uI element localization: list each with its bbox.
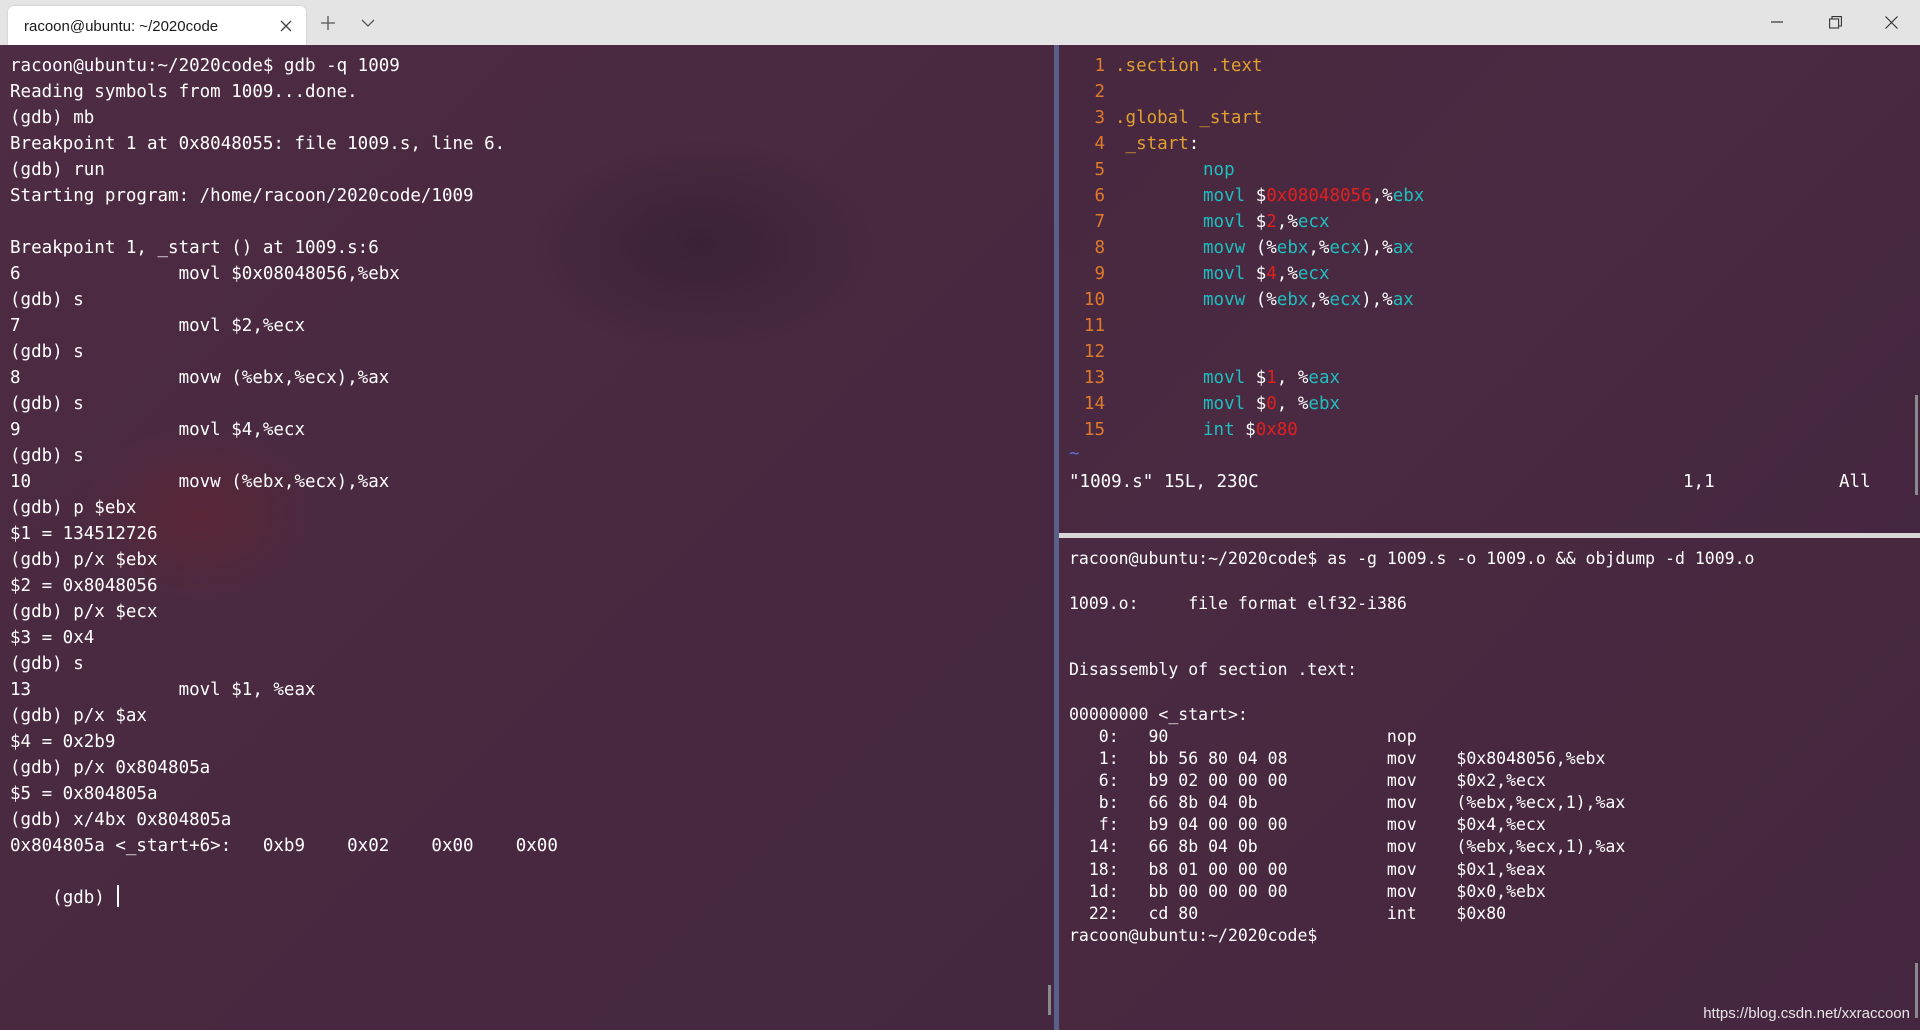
shell-line: 1: bb 56 80 04 08 mov $0x8048056,%ebx [1069, 749, 1606, 768]
gdb-line: (gdb) x/4bx 0x804805a [10, 810, 232, 830]
gdb-line: (gdb) s [10, 290, 84, 310]
shell-line: Disassembly of section .text: [1069, 660, 1358, 679]
text-cursor [117, 885, 120, 907]
vim-line-number: 10 [1083, 290, 1105, 310]
vim-line-number: 7 [1094, 212, 1105, 232]
gdb-line: $1 = 134512726 [10, 524, 158, 544]
gdb-line: (gdb) s [10, 342, 84, 362]
gdb-line: (gdb) p/x $ebx [10, 550, 158, 570]
vim-status-cursor-position: 1,1 [1683, 472, 1715, 492]
gdb-prompt: (gdb) [52, 888, 116, 908]
gdb-line: 6 movl $0x08048056,%ebx [10, 264, 400, 284]
shell-scrollbar[interactable] [1915, 963, 1918, 1018]
vim-line-number: 13 [1083, 368, 1105, 388]
chevron-down-icon[interactable] [352, 8, 384, 38]
vim-line-number: 15 [1083, 420, 1105, 440]
gdb-line: Reading symbols from 1009...done. [10, 82, 358, 102]
tab-title: racoon@ubuntu: ~/2020code [24, 18, 219, 35]
vim-line-number: 1 [1094, 56, 1105, 76]
vim-line-number: 8 [1094, 238, 1105, 258]
restore-icon[interactable] [1806, 0, 1864, 44]
shell-line: f: b9 04 00 00 00 mov $0x4,%ecx [1069, 815, 1546, 834]
gdb-line: $2 = 0x8048056 [10, 576, 158, 596]
gdb-line: 9 movl $4,%ecx [10, 420, 306, 440]
shell-line: 18: b8 01 00 00 00 mov $0x1,%eax [1069, 860, 1546, 879]
title-bar: racoon@ubuntu: ~/2020code [0, 0, 1920, 45]
code-line-4: _start: [1125, 134, 1200, 154]
code-line-7: movl $2,%ecx [1203, 212, 1330, 232]
gdb-line: (gdb) s [10, 654, 84, 674]
shell-line: 0: 90 nop [1069, 727, 1417, 746]
minimize-icon[interactable] [1748, 0, 1806, 44]
vim-line-number: 12 [1083, 342, 1105, 362]
vim-line-number: 4 [1094, 134, 1105, 154]
vim-status-file: "1009.s" 15L, 230C [1069, 472, 1259, 492]
gdb-line: (gdb) p $ebx [10, 498, 137, 518]
vim-line-number: 5 [1094, 160, 1105, 180]
close-window-icon[interactable] [1862, 0, 1920, 44]
shell-line: 1d: bb 00 00 00 00 mov $0x0,%ebx [1069, 882, 1546, 901]
gdb-line: $5 = 0x804805a [10, 784, 158, 804]
shell-line: 00000000 <_start>: [1069, 705, 1248, 724]
code-line-15: int $0x80 [1203, 420, 1298, 440]
gdb-line: (gdb) mb [10, 108, 95, 128]
shell-pane[interactable]: racoon@ubuntu:~/2020code$ as -g 1009.s -… [1059, 538, 1920, 1030]
gdb-scrollbar[interactable] [1048, 985, 1051, 1015]
gdb-line: $4 = 0x2b9 [10, 732, 116, 752]
gdb-line: Starting program: /home/racoon/2020code/… [10, 186, 474, 206]
gdb-line: (gdb) run [10, 160, 105, 180]
vim-scrollbar[interactable] [1915, 395, 1918, 495]
vim-line-number: 3 [1094, 108, 1105, 128]
vim-line-number: 6 [1094, 186, 1105, 206]
shell-line: b: 66 8b 04 0b mov (%ebx,%ecx,1),%ax [1069, 793, 1626, 812]
shell-line: 6: b9 02 00 00 00 mov $0x2,%ecx [1069, 771, 1546, 790]
gdb-line: (gdb) s [10, 394, 84, 414]
vim-line-number: 11 [1083, 316, 1105, 336]
gdb-line: Breakpoint 1, _start () at 1009.s:6 [10, 238, 379, 258]
gdb-line: $3 = 0x4 [10, 628, 95, 648]
gdb-line: (gdb) p/x 0x804805a [10, 758, 211, 778]
code-line-6: movl $0x08048056,%ebx [1203, 186, 1425, 206]
code-line-14: movl $0, %ebx [1203, 394, 1341, 414]
shell-line: 22: cd 80 int $0x80 [1069, 904, 1507, 923]
code-line-10: movw (%ebx,%ecx),%ax [1203, 290, 1414, 310]
terminal-tab[interactable]: racoon@ubuntu: ~/2020code [8, 6, 306, 45]
vim-line-number: 2 [1094, 82, 1105, 102]
new-tab-icon[interactable] [312, 8, 344, 38]
close-tab-icon[interactable] [274, 14, 298, 38]
gdb-line: 10 movw (%ebx,%ecx),%ax [10, 472, 390, 492]
gdb-line: (gdb) s [10, 446, 84, 466]
code-line-5: nop [1203, 160, 1235, 180]
code-line-8: movw (%ebx,%ecx),%ax [1203, 238, 1414, 258]
vim-empty-line-marker: ~ [1069, 444, 1080, 464]
gdb-line: (gdb) p/x $ecx [10, 602, 158, 622]
gdb-line: (gdb) p/x $ax [10, 706, 147, 726]
shell-line: racoon@ubuntu:~/2020code$ as -g 1009.s -… [1069, 549, 1755, 568]
shell-line: 14: 66 8b 04 0b mov (%ebx,%ecx,1),%ax [1069, 837, 1626, 856]
watermark: https://blog.csdn.net/xxraccoon [1703, 1005, 1910, 1022]
vim-status-scroll: All [1839, 472, 1871, 492]
gdb-line: 8 movw (%ebx,%ecx),%ax [10, 368, 390, 388]
shell-line: 1009.o: file format elf32-i386 [1069, 594, 1407, 613]
code-line-1: .section .text [1115, 56, 1263, 76]
gdb-pane[interactable]: racoon@ubuntu:~/2020code$ gdb -q 1009 Rea… [0, 45, 1054, 1030]
gdb-line: racoon@ubuntu:~/2020code$ gdb -q 1009 [10, 56, 400, 76]
gdb-line: Breakpoint 1 at 0x8048055: file 1009.s, … [10, 134, 506, 154]
gdb-line: 0x804805a <_start+6>: 0xb9 0x02 0x00 0x0… [10, 836, 558, 856]
vim-pane[interactable]: 1 2 3 4 5 6 7 8 9 10 11 12 13 14 15 .section .text .gl… [1059, 45, 1920, 533]
gdb-line: 7 movl $2,%ecx [10, 316, 306, 336]
code-line-3: .global _start [1115, 108, 1263, 128]
vim-line-number: 14 [1083, 394, 1105, 414]
code-line-9: movl $4,%ecx [1203, 264, 1330, 284]
shell-line: racoon@ubuntu:~/2020code$ [1069, 926, 1318, 945]
vim-line-number: 9 [1094, 264, 1105, 284]
code-line-13: movl $1, %eax [1203, 368, 1341, 388]
gdb-line: 13 movl $1, %eax [10, 680, 316, 700]
gdb-prompt-line[interactable]: (gdb) [10, 859, 120, 937]
